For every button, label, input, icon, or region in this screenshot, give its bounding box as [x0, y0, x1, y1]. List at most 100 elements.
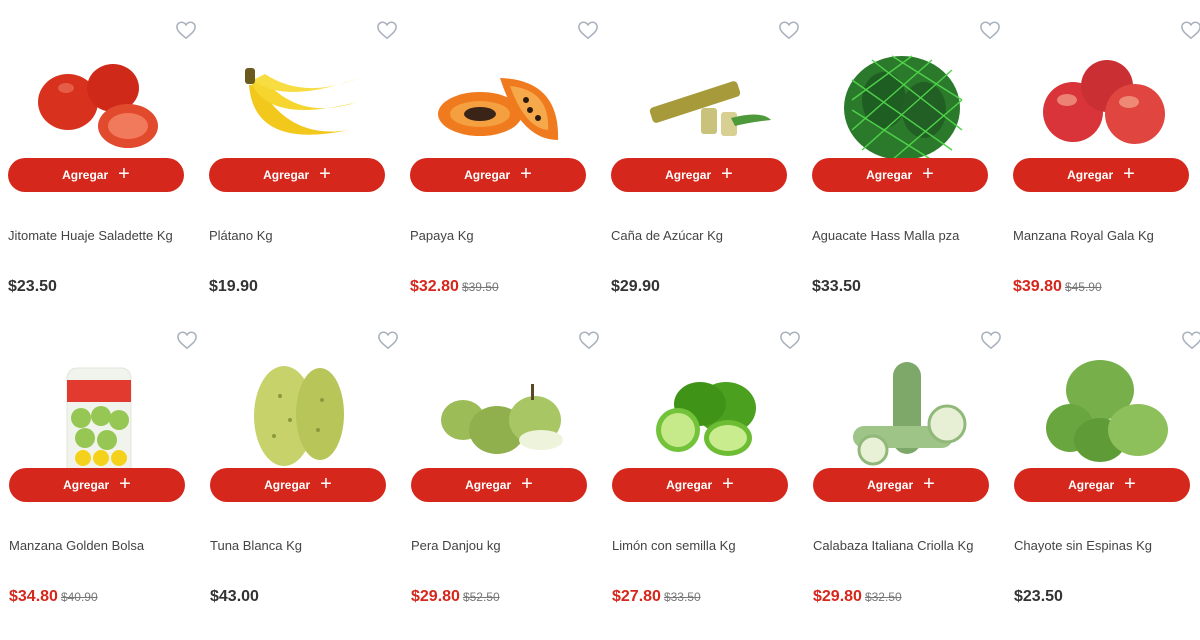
product-image[interactable]: [632, 340, 772, 480]
add-to-cart-button[interactable]: Agregar +: [612, 468, 788, 502]
original-price: $40.90: [60, 590, 98, 604]
product-price: $27.80: [612, 588, 661, 605]
product-card[interactable]: Agregar + Jitomate Huaje Saladette Kg $2…: [8, 0, 198, 310]
price-row: $23.50: [1014, 588, 1063, 606]
price-row: $27.80 $33.50: [612, 588, 701, 606]
favorite-heart-icon[interactable]: [1180, 328, 1200, 352]
product-price: $23.50: [1014, 588, 1063, 605]
favorite-heart-icon[interactable]: [978, 18, 1002, 42]
product-name[interactable]: Tuna Blanca Kg: [210, 538, 396, 553]
product-price: $23.50: [8, 278, 57, 295]
price-row: $43.00: [210, 588, 259, 606]
favorite-heart-icon[interactable]: [175, 328, 199, 352]
add-to-cart-button[interactable]: Agregar +: [209, 158, 385, 192]
product-name[interactable]: Manzana Golden Bolsa: [9, 538, 195, 553]
product-price: $29.80: [813, 588, 862, 605]
price-row: $23.50: [8, 278, 57, 296]
product-name[interactable]: Caña de Azúcar Kg: [611, 228, 797, 243]
add-to-cart-button[interactable]: Agregar +: [611, 158, 787, 192]
add-to-cart-button[interactable]: Agregar +: [210, 468, 386, 502]
price-row: $29.90: [611, 278, 660, 296]
product-card[interactable]: Agregar + Manzana Royal Gala Kg $39.80 $…: [1013, 0, 1200, 310]
original-price: $33.50: [663, 590, 701, 604]
product-price: $33.50: [812, 278, 861, 295]
product-image[interactable]: [230, 340, 370, 480]
product-card[interactable]: Agregar + Chayote sin Espinas Kg $23.50: [1014, 310, 1200, 620]
favorite-heart-icon[interactable]: [777, 18, 801, 42]
product-image[interactable]: [229, 30, 369, 170]
plus-icon: +: [319, 163, 331, 185]
product-price: $34.80: [9, 588, 58, 605]
add-button-label: Agregar: [1067, 168, 1114, 182]
product-card[interactable]: Agregar + Pera Danjou kg $29.80 $52.50: [411, 310, 601, 620]
add-to-cart-button[interactable]: Agregar +: [9, 468, 185, 502]
product-card[interactable]: Agregar + Calabaza Italiana Criolla Kg $…: [813, 310, 1003, 620]
product-name[interactable]: Manzana Royal Gala Kg: [1013, 228, 1199, 243]
product-price: $29.90: [611, 278, 660, 295]
add-to-cart-button[interactable]: Agregar +: [411, 468, 587, 502]
plus-icon: +: [922, 163, 934, 185]
add-to-cart-button[interactable]: Agregar +: [1013, 158, 1189, 192]
add-to-cart-button[interactable]: Agregar +: [1014, 468, 1190, 502]
favorite-heart-icon[interactable]: [174, 18, 198, 42]
product-name[interactable]: Aguacate Hass Malla pza: [812, 228, 998, 243]
add-button-label: Agregar: [263, 168, 310, 182]
add-button-label: Agregar: [666, 478, 713, 492]
favorite-heart-icon[interactable]: [576, 18, 600, 42]
add-button-label: Agregar: [665, 168, 712, 182]
product-image[interactable]: [430, 30, 570, 170]
add-to-cart-button[interactable]: Agregar +: [813, 468, 989, 502]
add-to-cart-button[interactable]: Agregar +: [812, 158, 988, 192]
product-card[interactable]: Agregar + Tuna Blanca Kg $43.00: [210, 310, 400, 620]
product-image[interactable]: [631, 30, 771, 170]
product-name[interactable]: Calabaza Italiana Criolla Kg: [813, 538, 999, 553]
price-row: $29.80 $52.50: [411, 588, 500, 606]
plus-icon: +: [320, 473, 332, 495]
product-image[interactable]: [28, 30, 168, 170]
product-name[interactable]: Chayote sin Espinas Kg: [1014, 538, 1200, 553]
original-price: $52.50: [462, 590, 500, 604]
product-image[interactable]: [431, 340, 571, 480]
add-button-label: Agregar: [465, 478, 512, 492]
plus-icon: +: [119, 473, 131, 495]
price-row: $32.80 $39.50: [410, 278, 499, 296]
product-name[interactable]: Pera Danjou kg: [411, 538, 597, 553]
add-button-label: Agregar: [867, 478, 914, 492]
original-price: $32.50: [864, 590, 902, 604]
product-card[interactable]: Agregar + Caña de Azúcar Kg $29.90: [611, 0, 801, 310]
favorite-heart-icon[interactable]: [1179, 18, 1200, 42]
plus-icon: +: [118, 163, 130, 185]
add-to-cart-button[interactable]: Agregar +: [410, 158, 586, 192]
product-price: $19.90: [209, 278, 258, 295]
product-name[interactable]: Limón con semilla Kg: [612, 538, 798, 553]
plus-icon: +: [521, 473, 533, 495]
product-card[interactable]: Agregar + Papaya Kg $32.80 $39.50: [410, 0, 600, 310]
favorite-heart-icon[interactable]: [376, 328, 400, 352]
price-row: $39.80 $45.90: [1013, 278, 1102, 296]
product-card[interactable]: Agregar + Manzana Golden Bolsa $34.80 $4…: [9, 310, 199, 620]
original-price: $45.90: [1064, 280, 1102, 294]
product-card[interactable]: Agregar + Plátano Kg $19.90: [209, 0, 399, 310]
product-name[interactable]: Jitomate Huaje Saladette Kg: [8, 228, 194, 243]
price-row: $33.50: [812, 278, 861, 296]
product-card[interactable]: Agregar + Limón con semilla Kg $27.80 $3…: [612, 310, 802, 620]
product-image[interactable]: [1033, 30, 1173, 170]
product-grid: Agregar + Jitomate Huaje Saladette Kg $2…: [0, 0, 1200, 640]
product-price: $29.80: [411, 588, 460, 605]
product-name[interactable]: Papaya Kg: [410, 228, 596, 243]
plus-icon: +: [722, 473, 734, 495]
plus-icon: +: [520, 163, 532, 185]
favorite-heart-icon[interactable]: [375, 18, 399, 42]
favorite-heart-icon[interactable]: [577, 328, 601, 352]
product-image[interactable]: [29, 340, 169, 480]
add-to-cart-button[interactable]: Agregar +: [8, 158, 184, 192]
product-image[interactable]: [833, 340, 973, 480]
product-image[interactable]: [1034, 340, 1174, 480]
price-row: $29.80 $32.50: [813, 588, 902, 606]
favorite-heart-icon[interactable]: [778, 328, 802, 352]
product-image[interactable]: [832, 30, 972, 170]
add-button-label: Agregar: [264, 478, 311, 492]
product-card[interactable]: Agregar + Aguacate Hass Malla pza $33.50: [812, 0, 1002, 310]
favorite-heart-icon[interactable]: [979, 328, 1003, 352]
product-name[interactable]: Plátano Kg: [209, 228, 395, 243]
